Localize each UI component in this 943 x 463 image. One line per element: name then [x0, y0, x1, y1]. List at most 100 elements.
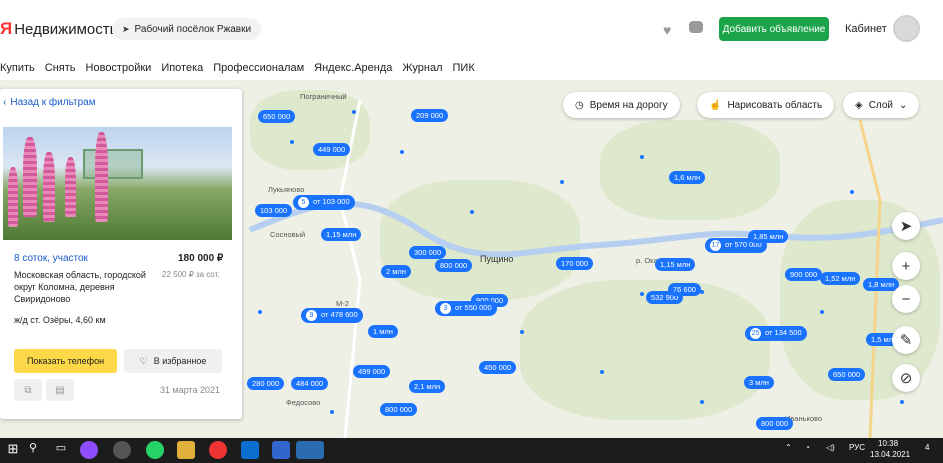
travel-time-button[interactable]: ◷ Время на дорогу — [563, 92, 680, 118]
ruler-icon[interactable]: ✎ — [892, 326, 920, 354]
geolocation-icon[interactable]: ➤ — [892, 212, 920, 240]
main-nav: Купить Снять Новостройки Ипотека Професс… — [0, 56, 943, 80]
listing-dot[interactable] — [640, 292, 644, 296]
listing-dot[interactable] — [560, 180, 564, 184]
price-pin[interactable]: 300 000 — [409, 246, 447, 259]
logo[interactable]: Я Недвижимость — [0, 19, 117, 39]
price-pin[interactable]: 2,1 млн — [409, 380, 446, 393]
price-pin[interactable]: 450 000 — [479, 361, 517, 374]
listing-dot[interactable] — [820, 310, 824, 314]
active-app-icon[interactable] — [296, 441, 324, 459]
price-pin[interactable]: 2 млн — [381, 265, 411, 278]
price-pin[interactable]: 900 000 — [785, 268, 823, 281]
cluster-price: от 134 500 — [765, 328, 802, 337]
price-pin[interactable]: 449 000 — [313, 143, 351, 156]
nav-item-buy[interactable]: Купить — [0, 62, 35, 74]
notification-badge[interactable]: 4 — [925, 443, 929, 452]
price-pin[interactable]: 1,6 млн — [669, 171, 706, 184]
avatar[interactable] — [893, 15, 920, 42]
nav-item-mortgage[interactable]: Ипотека — [161, 62, 203, 74]
price-pin[interactable]: 1 млн — [368, 325, 398, 338]
cluster-count: 9 — [306, 310, 317, 321]
cluster-count: 25 — [750, 328, 761, 339]
price-pin[interactable]: 800 000 — [380, 403, 418, 416]
price-pin[interactable]: 76 600 — [668, 283, 701, 296]
price-pin[interactable]: 209 000 — [411, 109, 449, 122]
yandex-browser-icon[interactable] — [209, 441, 227, 459]
price-pin[interactable]: 650 000 — [828, 368, 866, 381]
price-pin[interactable]: 1,8 млн — [863, 278, 900, 291]
outlook-icon[interactable] — [241, 441, 259, 459]
tray-up-icon[interactable]: ⌃ — [785, 443, 792, 452]
price-pin[interactable]: 499 000 — [353, 365, 391, 378]
listing-dot[interactable] — [640, 155, 644, 159]
listing-dot[interactable] — [600, 370, 604, 374]
nav-item-rent[interactable]: Снять — [45, 62, 76, 74]
listing-date: 31 марта 2021 — [160, 385, 221, 395]
price-pin[interactable]: 1,15 млн — [321, 228, 362, 241]
task-view-icon[interactable]: ▭ — [52, 441, 70, 459]
price-pin[interactable]: 3 млн — [744, 376, 774, 389]
price-pin[interactable]: 280 000 — [247, 377, 285, 390]
nav-item-journal[interactable]: Журнал — [402, 62, 442, 74]
nav-item-professionals[interactable]: Профессионалам — [213, 62, 304, 74]
clock-time[interactable]: 10:38 — [878, 439, 898, 448]
listing-dot[interactable] — [850, 190, 854, 194]
windows-start-icon[interactable]: ⊞ — [4, 441, 22, 459]
layer-button[interactable]: ◈ Слой ⌄ — [843, 92, 920, 118]
nav-item-arenda[interactable]: Яндекс.Аренда — [314, 62, 392, 74]
listing-type[interactable]: 8 соток, участок — [14, 253, 88, 264]
alice-icon[interactable] — [80, 441, 98, 459]
price-pin[interactable]: 170 000 — [556, 257, 594, 270]
app-icon[interactable] — [113, 441, 131, 459]
add-listing-button[interactable]: Добавить объявление — [719, 17, 829, 41]
cabinet-link[interactable]: Кабинет — [845, 23, 887, 35]
zoom-in-button[interactable]: + — [892, 252, 920, 280]
price-pin[interactable]: 800 000 — [756, 417, 794, 430]
price-cluster-pin[interactable]: 5 от 103 000 — [293, 195, 355, 210]
listing-dot[interactable] — [352, 110, 356, 114]
price-pin[interactable]: 103 000 — [255, 204, 293, 217]
network-icon[interactable]: ◔ — [805, 443, 810, 452]
calculator-icon[interactable] — [272, 441, 290, 459]
listing-photo[interactable] — [3, 127, 232, 240]
price-pin[interactable]: 1,52 млн — [820, 272, 861, 285]
cluster-price: от 103 000 — [313, 197, 350, 206]
volume-icon[interactable]: ◁) — [826, 443, 835, 452]
price-pin[interactable]: 800 000 — [435, 259, 473, 272]
price-cluster-pin[interactable]: 3 от 550 000 — [435, 301, 497, 316]
price-pin[interactable]: 1,15 млн — [655, 258, 696, 271]
listing-dot[interactable] — [470, 210, 474, 214]
whatsapp-icon[interactable] — [146, 441, 164, 459]
add-favorite-button[interactable]: ♡ В избранное — [124, 349, 222, 373]
compare-icon[interactable]: ⧉ — [14, 379, 42, 401]
back-to-filters-link[interactable]: ‹ Назад к фильтрам — [3, 97, 96, 108]
price-pin[interactable]: 1,85 млн — [748, 230, 789, 243]
listing-dot[interactable] — [900, 400, 904, 404]
price-pin[interactable]: 484 000 — [291, 377, 329, 390]
draw-area-button[interactable]: ☝ Нарисовать область — [697, 92, 835, 118]
listing-dot[interactable] — [258, 310, 262, 314]
price-cluster-pin[interactable]: 9 от 478 600 — [301, 308, 363, 323]
language-indicator[interactable]: РУС — [849, 443, 865, 452]
favorites-heart-icon[interactable]: ♥ — [663, 22, 671, 38]
location-selector[interactable]: ➤ Рабочий посёлок Ржавки — [112, 18, 262, 40]
listing-dot[interactable] — [700, 400, 704, 404]
chat-icon[interactable] — [689, 21, 703, 33]
nav-item-new-buildings[interactable]: Новостройки — [86, 62, 152, 74]
price-pin[interactable]: 650 000 — [258, 110, 296, 123]
show-phone-button[interactable]: Показать телефон — [14, 349, 117, 373]
search-icon[interactable]: ⚲ — [24, 441, 42, 459]
price-cluster-pin[interactable]: 25 от 134 500 — [745, 326, 807, 341]
listing-dot[interactable] — [290, 140, 294, 144]
traffic-icon[interactable]: ⊘ — [892, 364, 920, 392]
listing-price: 180 000 ₽ — [178, 253, 224, 264]
document-icon[interactable]: ▤ — [46, 379, 74, 401]
zoom-out-button[interactable]: − — [892, 285, 920, 313]
listing-dot[interactable] — [400, 150, 404, 154]
listing-dot[interactable] — [520, 330, 524, 334]
nav-item-pik[interactable]: ПИК — [453, 62, 475, 74]
file-explorer-icon[interactable] — [177, 441, 195, 459]
clock-date[interactable]: 13.04.2021 — [870, 450, 910, 459]
listing-dot[interactable] — [330, 410, 334, 414]
